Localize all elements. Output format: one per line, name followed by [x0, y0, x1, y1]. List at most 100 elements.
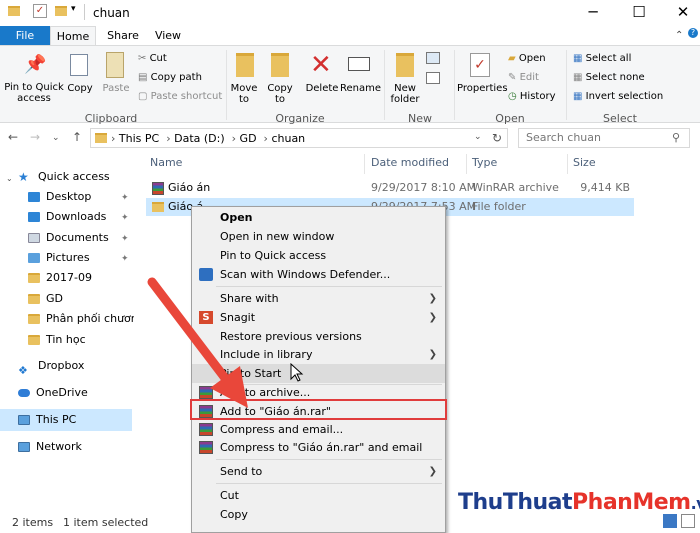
large-icons-view-icon[interactable]: [681, 514, 695, 528]
menu-item-open[interactable]: Open: [192, 208, 445, 227]
onedrive-icon: [18, 389, 30, 397]
paste-button[interactable]: Paste: [100, 83, 132, 94]
column-divider[interactable]: [466, 154, 467, 174]
nav-item-tin-hoc[interactable]: Tin học: [28, 330, 146, 350]
nav-item-onedrive[interactable]: OneDrive: [18, 383, 136, 403]
new-folder-quick-icon[interactable]: [55, 6, 67, 16]
pin-icon[interactable]: ✦: [121, 234, 129, 244]
new-folder-button[interactable]: New folder: [388, 83, 422, 105]
breadcrumb-chuan[interactable]: chuan: [271, 132, 305, 145]
help-icon[interactable]: ?: [688, 28, 698, 38]
submenu-arrow-icon: ❯: [428, 293, 437, 304]
pin-icon[interactable]: ✦: [121, 193, 129, 203]
copy-path-icon: ▤: [138, 72, 151, 83]
select-all-icon: ▦: [573, 53, 586, 64]
copy-to-icon: [271, 53, 289, 77]
copy-path-button[interactable]: ▤ Copy path: [138, 72, 202, 83]
refresh-icon[interactable]: ↻: [492, 131, 502, 145]
winrar-archive-icon: [152, 182, 164, 195]
title-separator: [84, 4, 85, 20]
paste-shortcut-button[interactable]: ▢ Paste shortcut: [138, 91, 222, 102]
move-to-button[interactable]: Move to: [228, 83, 260, 105]
nav-item-network[interactable]: Network: [18, 437, 136, 457]
ribbon-separator: [384, 50, 385, 120]
menu-item-send-to[interactable]: Send to ❯: [192, 462, 445, 481]
menu-item-open-new-window[interactable]: Open in new window: [192, 227, 445, 246]
maximize-button[interactable]: ☐: [616, 0, 662, 26]
file-size: 9,414 KB: [580, 181, 630, 194]
column-type[interactable]: Type: [472, 156, 497, 169]
table-row[interactable]: Giáo án 9/29/2017 8:10 AM WinRAR archive…: [146, 179, 634, 197]
back-icon[interactable]: ←: [8, 130, 18, 144]
tab-view[interactable]: View: [146, 26, 190, 46]
search-input[interactable]: Search chuan: [518, 128, 690, 148]
network-icon: [18, 442, 30, 452]
customize-quick-access-icon[interactable]: ▾: [71, 4, 76, 14]
up-icon[interactable]: ↑: [72, 130, 82, 144]
close-button[interactable]: ✕: [660, 0, 700, 26]
open-icon: ▰: [508, 53, 519, 64]
column-date[interactable]: Date modified: [371, 156, 449, 169]
documents-icon: [28, 233, 40, 243]
tab-file[interactable]: File: [0, 26, 50, 46]
column-divider[interactable]: [364, 154, 365, 174]
copy-button[interactable]: Copy: [64, 83, 96, 94]
recent-locations-icon[interactable]: ⌄: [52, 133, 60, 143]
nav-item-quick-access[interactable]: ★ Quick access: [18, 167, 136, 187]
pin-icon[interactable]: ✦: [121, 254, 129, 264]
pin-quick-access-button[interactable]: Pin to Quick access: [4, 82, 64, 104]
column-divider[interactable]: [567, 154, 568, 174]
nav-item-phan-phoi[interactable]: Phân phối chương t: [28, 309, 134, 329]
minimize-button[interactable]: ─: [570, 0, 616, 26]
pin-icon[interactable]: ✦: [121, 213, 129, 223]
properties-quick-icon[interactable]: ✓: [33, 4, 47, 18]
annotation-arrow-icon: [147, 277, 248, 408]
paste-icon: [106, 52, 124, 78]
collapse-ribbon-icon[interactable]: ⌃: [675, 30, 683, 41]
menu-item-copy[interactable]: Copy: [192, 505, 445, 524]
folder-icon: [28, 314, 40, 324]
ribbon-separator: [566, 50, 567, 120]
delete-button[interactable]: Delete: [302, 83, 342, 94]
menu-item-compress-email[interactable]: Compress and email...: [192, 420, 445, 439]
breadcrumb-data-drive[interactable]: Data (D:): [174, 132, 225, 145]
rename-button[interactable]: Rename: [340, 83, 381, 94]
computer-icon: [18, 415, 30, 425]
folder-icon: [152, 202, 164, 212]
column-name[interactable]: Name: [150, 156, 182, 169]
easy-access-icon[interactable]: [426, 72, 440, 84]
menu-item-compress-rar-email[interactable]: Compress to "Giáo án.rar" and email: [192, 438, 445, 457]
submenu-arrow-icon: ❯: [428, 466, 437, 477]
nav-item-this-pc[interactable]: This PC: [18, 410, 136, 430]
column-size[interactable]: Size: [573, 156, 596, 169]
star-icon: ★: [18, 170, 29, 184]
properties-button[interactable]: Properties: [457, 83, 508, 94]
file-type: File folder: [472, 200, 526, 213]
nav-item-gd[interactable]: GD: [28, 289, 146, 309]
details-view-icon[interactable]: [663, 514, 677, 528]
new-item-icon[interactable]: [426, 52, 440, 64]
copy-icon: [70, 54, 88, 76]
winrar-icon: [199, 441, 213, 454]
edit-button[interactable]: ✎ Edit: [508, 72, 539, 83]
breadcrumb[interactable]: › This PC › Data (D:) › GD › chuan: [111, 132, 305, 145]
select-all-button[interactable]: ▦ Select all: [573, 53, 631, 64]
select-none-button[interactable]: ▦ Select none: [573, 72, 645, 83]
breadcrumb-gd[interactable]: GD: [240, 132, 257, 145]
tab-home[interactable]: Home: [50, 26, 96, 46]
menu-item-pin-quick-access[interactable]: Pin to Quick access: [192, 246, 445, 265]
nav-item-dropbox[interactable]: ❖ Dropbox: [18, 356, 136, 376]
tab-share[interactable]: Share: [100, 26, 146, 46]
history-button[interactable]: ◷ History: [508, 91, 555, 102]
expand-icon[interactable]: ⌄: [6, 174, 13, 183]
breadcrumb-this-pc[interactable]: This PC: [119, 132, 159, 145]
cut-button[interactable]: ✂ Cut: [138, 53, 167, 64]
address-dropdown-icon[interactable]: ⌄: [474, 132, 482, 142]
forward-icon[interactable]: →: [30, 130, 40, 144]
open-button[interactable]: ▰ Open: [508, 53, 546, 64]
menu-item-cut[interactable]: Cut: [192, 486, 445, 505]
nav-item-2017-09[interactable]: 2017-09: [28, 268, 146, 288]
copy-to-button[interactable]: Copy to: [264, 83, 296, 105]
invert-selection-button[interactable]: ▦ Invert selection: [573, 91, 663, 102]
properties-icon: ✓: [470, 53, 490, 77]
